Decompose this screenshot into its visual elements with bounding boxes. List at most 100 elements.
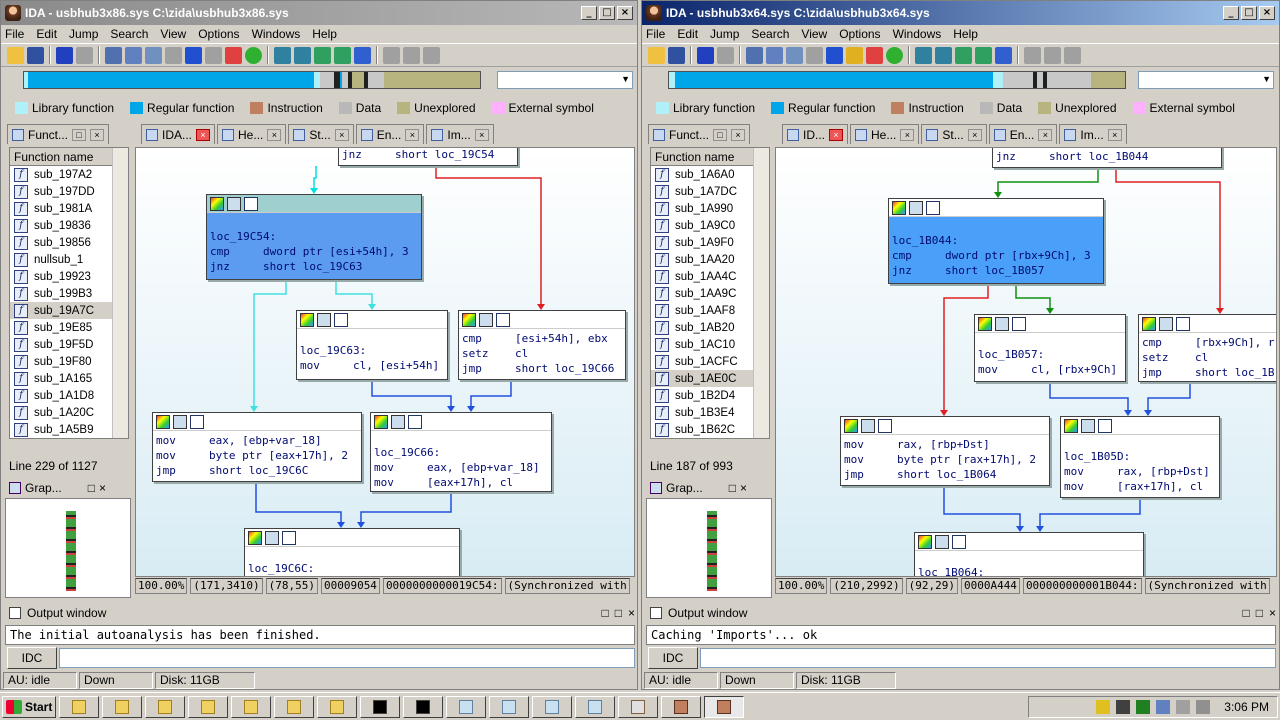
taskbar-folder-button[interactable] (59, 695, 99, 718)
rename-icon[interactable] (1159, 316, 1173, 331)
debug-stop-icon[interactable] (1064, 46, 1081, 64)
function-list-item[interactable]: f sub_1A990 (651, 200, 769, 217)
close-icon[interactable]: × (334, 128, 349, 141)
save-icon[interactable] (27, 46, 44, 64)
xref-icon[interactable] (995, 46, 1012, 64)
menu-help[interactable]: Help (312, 27, 337, 41)
group-icon[interactable] (282, 530, 296, 545)
menu-search[interactable]: Search (751, 27, 789, 41)
tray-icon[interactable] (1176, 700, 1191, 714)
function-list-item[interactable]: f sub_1981A (10, 200, 128, 217)
patch-icon[interactable] (846, 46, 863, 64)
search-text-icon[interactable] (125, 46, 142, 64)
maximize-button[interactable]: □ (599, 6, 615, 20)
disassembly-graph-view[interactable]: jnz short loc_19C54 loc_19C54: cmp dword… (135, 147, 635, 577)
menu-view[interactable]: View (801, 27, 827, 41)
make-data-icon[interactable] (935, 46, 952, 64)
group-icon[interactable] (878, 418, 892, 433)
make-data-icon[interactable] (294, 46, 311, 64)
taskbar-notepad-button[interactable] (489, 695, 529, 718)
close-icon[interactable]: × (967, 128, 982, 141)
debug-start-icon[interactable] (1024, 46, 1041, 64)
tab-structures[interactable]: St... × (288, 124, 354, 144)
rename-icon[interactable] (1081, 418, 1095, 433)
close-button[interactable]: × (617, 6, 633, 20)
code-block[interactable]: loc_19C63: mov cl, [esi+54h] (296, 310, 448, 380)
menu-windows[interactable]: Windows (893, 27, 942, 41)
float-icon[interactable]: □ (72, 128, 87, 141)
taskbar-folder-button[interactable] (145, 695, 185, 718)
debug-pause-icon[interactable] (403, 46, 420, 64)
color-icon[interactable] (156, 414, 170, 429)
function-list-item[interactable]: f sub_197DD (10, 183, 128, 200)
debug-pause-icon[interactable] (1044, 46, 1061, 64)
menu-edit[interactable]: Edit (677, 27, 698, 41)
color-icon[interactable] (892, 200, 906, 215)
tab-imports[interactable]: Im... × (1059, 124, 1127, 144)
rename-icon[interactable] (173, 414, 187, 429)
color-icon[interactable] (300, 312, 314, 327)
group-icon[interactable] (190, 414, 204, 429)
tab-hex-view[interactable]: He... × (217, 124, 287, 144)
function-list-item[interactable]: f sub_1AA4C (651, 268, 769, 285)
taskbar-notepad-button[interactable] (446, 695, 486, 718)
rename-icon[interactable] (317, 312, 331, 327)
function-list-item[interactable]: f sub_1AB20 (651, 319, 769, 336)
function-list-item[interactable]: f sub_1B3E4 (651, 404, 769, 421)
color-icon[interactable] (844, 418, 858, 433)
menu-jump[interactable]: Jump (69, 27, 98, 41)
tab-structures[interactable]: St... × (921, 124, 987, 144)
close-icon[interactable]: × (474, 128, 489, 141)
navigation-band[interactable] (23, 71, 481, 89)
close-button[interactable]: × (1259, 6, 1275, 20)
color-icon[interactable] (978, 316, 992, 331)
rename-icon[interactable] (995, 316, 1009, 331)
function-list-item[interactable]: f sub_19F80 (10, 353, 128, 370)
color-icon[interactable] (374, 414, 388, 429)
function-list-item[interactable]: f sub_1A165 (10, 370, 128, 387)
color-icon[interactable] (248, 530, 262, 545)
float-icon[interactable]: □ (713, 128, 728, 141)
taskbar-tool-button[interactable] (618, 695, 658, 718)
address-combo[interactable] (497, 71, 633, 89)
group-icon[interactable] (334, 312, 348, 327)
graph-icon[interactable] (225, 46, 242, 64)
group-icon[interactable] (1176, 316, 1190, 331)
function-list-item[interactable]: f sub_1AA9C (651, 285, 769, 302)
tab-ida-view[interactable]: IDA... × (141, 124, 216, 144)
float-icon[interactable]: □ (88, 481, 95, 495)
close-icon[interactable]: × (628, 606, 635, 620)
function-list-item[interactable]: f sub_19836 (10, 217, 128, 234)
tab-functions[interactable]: Funct... □ × (648, 124, 751, 144)
volume-icon[interactable] (1196, 700, 1211, 714)
network-icon[interactable] (1156, 700, 1171, 714)
rename-icon[interactable] (935, 534, 949, 549)
rename-icon[interactable] (909, 200, 923, 215)
menu-windows[interactable]: Windows (252, 27, 301, 41)
disassembly-graph-view[interactable]: jnz short loc_1B044 loc_1B044: cmp dword… (775, 147, 1277, 577)
close-icon[interactable]: × (196, 128, 211, 141)
run-icon[interactable] (886, 46, 903, 64)
function-list-item[interactable]: f sub_1B62C (651, 421, 769, 438)
code-block-selected[interactable]: loc_1B044: cmp dword ptr [rbx+9Ch], 3 jn… (888, 198, 1104, 284)
taskbar-folder-button[interactable] (274, 695, 314, 718)
float-icon[interactable]: □ (615, 606, 622, 620)
menu-file[interactable]: File (646, 27, 665, 41)
function-list-item[interactable]: f nullsub_1 (10, 251, 128, 268)
column-header-function-name[interactable]: Function name (10, 148, 128, 166)
debug-start-icon[interactable] (383, 46, 400, 64)
search-binary-icon[interactable] (786, 46, 803, 64)
close-icon[interactable]: × (740, 481, 747, 495)
code-block-selected[interactable]: loc_19C54: cmp dword ptr [esi+54h], 3 jn… (206, 194, 422, 280)
code-block[interactable]: loc_1B05D: mov rax, [rbp+Dst] mov [rax+1… (1060, 416, 1220, 498)
search-immediate-icon[interactable] (165, 46, 182, 64)
menu-options[interactable]: Options (198, 27, 239, 41)
function-list-item[interactable]: f sub_1AAF8 (651, 302, 769, 319)
back-icon[interactable] (697, 46, 714, 64)
make-ascii-icon[interactable] (314, 46, 331, 64)
graph-overview[interactable] (646, 498, 772, 598)
back-icon[interactable] (56, 46, 73, 64)
menu-file[interactable]: File (5, 27, 24, 41)
code-block[interactable]: cmp [esi+54h], ebx setz cl jmp short loc… (458, 310, 626, 380)
color-icon[interactable] (1064, 418, 1078, 433)
